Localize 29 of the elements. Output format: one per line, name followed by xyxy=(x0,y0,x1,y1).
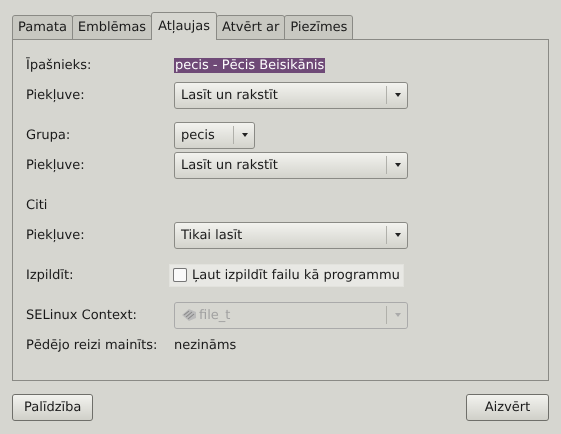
field-label: SELinux Context: xyxy=(26,308,138,322)
field-value: nezināms xyxy=(174,338,236,352)
dropdown-arrow-icon xyxy=(395,93,401,97)
dropdown[interactable]: pecis xyxy=(174,122,255,148)
field-label: Grupa: xyxy=(26,128,72,142)
field-label: Pēdējo reizi mainīts: xyxy=(26,338,158,352)
dialog-button[interactable]: Aizvērt xyxy=(466,394,549,421)
dropdown[interactable]: Lasīt un rakstīt xyxy=(174,152,408,178)
tab[interactable]: Pamata xyxy=(12,15,73,39)
dropdown-arrow-icon xyxy=(395,233,401,237)
field-label: Īpašnieks: xyxy=(26,58,92,72)
pattern-icon xyxy=(181,308,197,322)
dropdown-arrow-icon xyxy=(395,313,401,317)
checkbox[interactable]: Ļaut izpildīt failu kā programmu xyxy=(170,264,403,286)
field-label: Izpildīt: xyxy=(26,268,74,282)
tab[interactable]: Piezīmes xyxy=(284,15,354,39)
dropdown-arrow-icon xyxy=(242,133,248,137)
dropdown-arrow-icon xyxy=(395,163,401,167)
tab[interactable]: Atļaujas xyxy=(151,12,218,40)
tab[interactable]: Atvērt ar xyxy=(216,15,286,39)
field-label: Piekļuve: xyxy=(26,228,86,242)
dropdown[interactable]: Tikai lasīt xyxy=(174,222,408,248)
dropdown[interactable]: Lasīt un rakstīt xyxy=(174,82,408,108)
field-label: Piekļuve: xyxy=(26,88,86,102)
owner-name: pecis - Pēcis Beisikānis xyxy=(174,58,326,72)
dialog-button[interactable]: Palīdzība xyxy=(12,394,94,421)
section-label: Citi xyxy=(26,198,48,212)
tab[interactable]: Emblēmas xyxy=(72,15,152,39)
field-label: Piekļuve: xyxy=(26,158,86,172)
